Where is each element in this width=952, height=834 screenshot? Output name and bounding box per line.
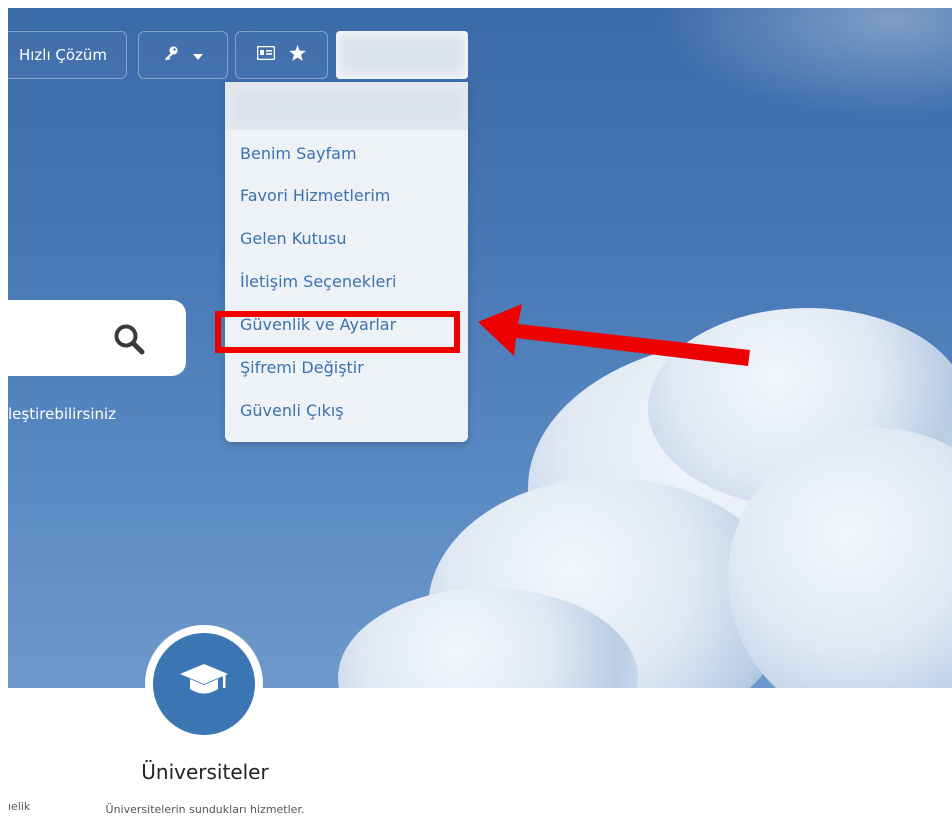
profile-card-button[interactable]	[235, 31, 328, 79]
graduation-cap-icon	[178, 662, 230, 706]
universities-icon-wrapper	[153, 633, 255, 735]
quick-solution-label: Hızlı Çözüm	[18, 46, 108, 64]
key-icon	[163, 45, 179, 65]
dropdown-user-header	[225, 82, 468, 130]
universities-title[interactable]: Üniversiteler	[100, 760, 310, 784]
search-icon[interactable]	[112, 322, 146, 356]
menu-item-favorite-services[interactable]: Favori Hizmetlerim	[240, 181, 390, 211]
user-name-box[interactable]	[336, 31, 468, 79]
menu-item-inbox[interactable]: Gelen Kutusu	[240, 224, 346, 254]
star-icon	[289, 45, 306, 65]
menu-item-secure-logout[interactable]: Güvenli Çıkış	[240, 396, 344, 426]
id-card-icon	[256, 45, 276, 64]
universities-circle[interactable]	[145, 625, 263, 743]
universities-description: Üniversitelerin sundukları hizmetler.	[105, 803, 305, 816]
key-menu-button[interactable]	[138, 31, 228, 79]
menu-item-contact-options[interactable]: İletişim Seçenekleri	[240, 267, 396, 297]
sky-haze	[652, 8, 952, 118]
menu-item-my-page[interactable]: Benim Sayfam	[240, 139, 357, 169]
annotation-arrow	[478, 304, 750, 366]
caret-down-icon	[193, 46, 203, 64]
search-box[interactable]	[8, 300, 186, 376]
quick-solution-button[interactable]: Hızlı Çözüm	[0, 31, 127, 79]
user-dropdown-menu: Benim Sayfam Favori Hizmetlerim Gelen Ku…	[225, 82, 468, 442]
hero-subtext: leştirebilirsiniz	[8, 405, 117, 423]
left-card-text-fragment: ıelik	[8, 800, 31, 813]
highlight-box	[215, 311, 460, 353]
menu-item-change-password[interactable]: Şifremi Değiştir	[240, 353, 364, 383]
